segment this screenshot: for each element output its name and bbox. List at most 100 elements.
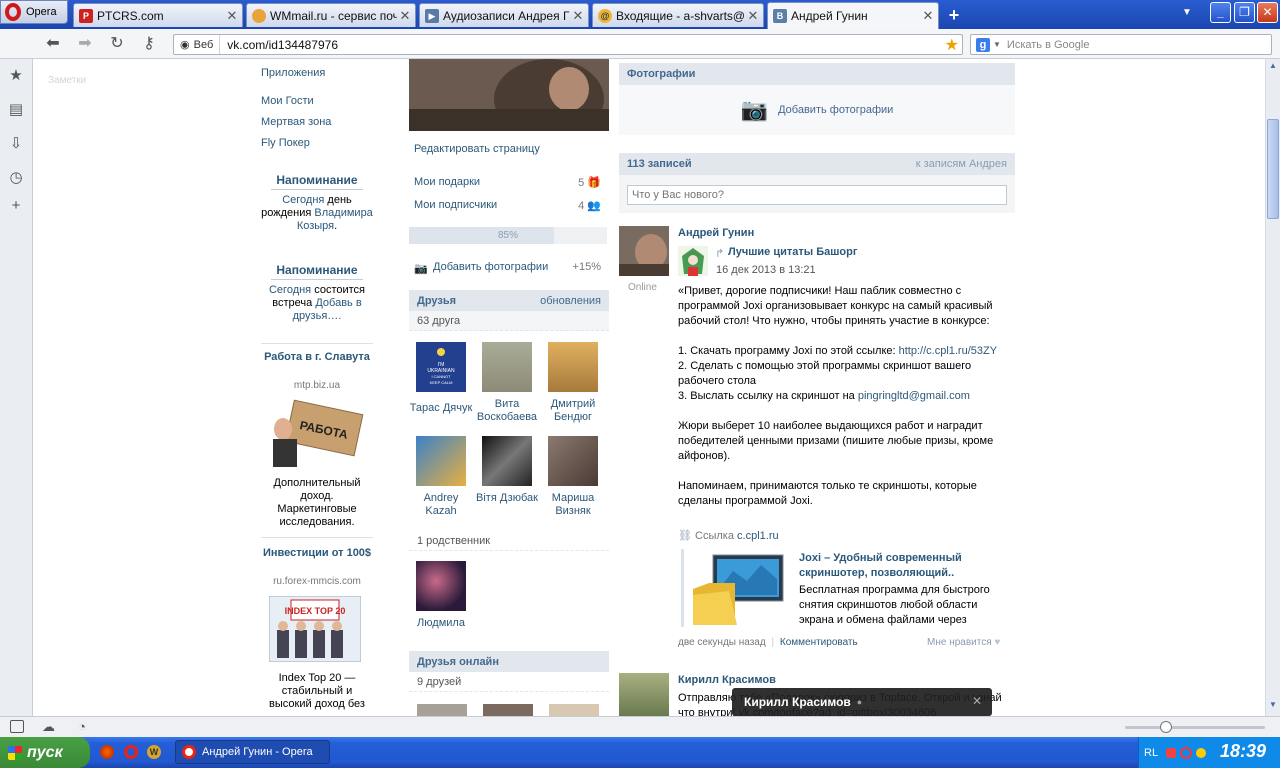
add-photos-label[interactable]: Добавить фотографии — [778, 104, 893, 116]
online-friend-photo[interactable] — [417, 704, 467, 716]
repost-source-link[interactable]: Лучшие цитаты Башорг — [728, 246, 857, 258]
maximize-icon[interactable]: ❐ — [1234, 2, 1255, 23]
scroll-down-icon[interactable]: ▼ — [1267, 700, 1279, 712]
tab-ptcrs[interactable]: P PTCRS.com ✕ — [73, 3, 243, 27]
zoom-slider-handle[interactable] — [1160, 721, 1172, 733]
friend-card[interactable]: Andrey Kazah — [409, 436, 473, 518]
tab-mail[interactable]: @ Входящие - a-shvarts@… ✕ — [592, 3, 764, 27]
back-arrow-icon[interactable]: ⬅ — [42, 34, 64, 54]
friend-name[interactable]: Andrey Kazah — [424, 492, 459, 517]
search-field[interactable]: g ▼ Искать в Google — [970, 34, 1272, 55]
attachment-title-link[interactable]: Joxi – Удобный современный скриншотер, п… — [799, 551, 999, 581]
friend-photo[interactable] — [482, 342, 532, 392]
zoom-slider-track[interactable] — [1125, 726, 1265, 729]
forward-arrow-icon[interactable]: ➡ — [74, 34, 96, 54]
friends-updates-link[interactable]: обновления — [540, 295, 601, 307]
notes-icon[interactable]: ▤ — [7, 101, 25, 119]
relative-card[interactable]: Людмила — [409, 561, 473, 630]
friend-card[interactable]: Вітя Дзюбак — [475, 436, 539, 505]
bookmark-star-icon[interactable]: ★ — [945, 35, 962, 55]
tab-vk-profile[interactable]: B Андрей Гунин ✕ — [767, 2, 939, 29]
friend-photo[interactable] — [482, 436, 532, 486]
vertical-scrollbar[interactable]: ▲ ▼ — [1265, 59, 1280, 716]
firefox-icon[interactable] — [100, 745, 114, 759]
friend-card[interactable]: Дмитрий Бендюг — [541, 342, 605, 424]
nav-dead-zone-link[interactable]: Мертвая зона — [261, 116, 331, 128]
friends-count[interactable]: 63 друга — [409, 311, 609, 331]
comment-link[interactable]: Комментировать — [780, 637, 858, 648]
ad-work-image[interactable]: РАБОТА — [269, 399, 364, 469]
close-icon[interactable]: ✕ — [570, 8, 586, 24]
post-date[interactable]: 16 дек 2013 в 13:21 — [716, 264, 816, 276]
downloads-icon[interactable]: ⇩ — [7, 135, 25, 153]
toast-name[interactable]: Кирилл Красимов — [744, 695, 851, 709]
my-subscribers-link[interactable]: Мои подписчики — [414, 199, 497, 211]
friends-online-header[interactable]: Друзья онлайн — [409, 651, 609, 672]
tray-app-icon[interactable] — [1166, 747, 1177, 758]
profile-progress-bar[interactable]: 85% — [409, 227, 607, 244]
posts-count[interactable]: 113 записей — [627, 158, 692, 170]
site-info-badge[interactable]: ◉ Веб — [174, 35, 221, 54]
panel-toggle-icon[interactable] — [10, 720, 24, 733]
add-photos-link[interactable]: Добавить фотографии — [433, 261, 548, 273]
online-friend-photo[interactable] — [549, 704, 599, 716]
speed-dial-icon[interactable]: ◔ — [78, 719, 86, 734]
key-icon[interactable]: ⚷ — [138, 34, 160, 54]
profile-photo[interactable] — [409, 59, 609, 131]
bookmarks-star-icon[interactable]: ★ — [7, 67, 25, 85]
scroll-thumb[interactable] — [1267, 119, 1279, 219]
address-field[interactable]: ◉ Веб vk.com/id134487976 ★ — [173, 34, 963, 55]
friends-header[interactable]: Друзья обновления — [409, 290, 609, 311]
like-button[interactable]: Мне нравится ♥ — [927, 637, 1000, 648]
ad-title[interactable]: Инвестиции от 100$ — [261, 547, 373, 560]
reminder-today-link[interactable]: Сегодня — [282, 194, 324, 206]
add-photos-area[interactable]: 📷 Добавить фотографии — [619, 85, 1015, 135]
new-tab-plus-icon[interactable]: + — [944, 5, 964, 25]
post-link-url[interactable]: c.cpl1.ru — [737, 530, 779, 542]
friend-name[interactable]: Мариша Визняк — [552, 492, 595, 517]
email-link[interactable]: pingringltd@gmail.com — [858, 390, 970, 402]
friends-online-count[interactable]: 9 друзей — [409, 672, 609, 692]
friend-photo[interactable]: I'M UKRAINIAN I CANNOT KEEP CALM — [416, 342, 466, 392]
relative-name[interactable]: Людмила — [417, 617, 465, 629]
my-gifts-link[interactable]: Мои подарки — [414, 176, 480, 188]
webmoney-icon[interactable]: W — [147, 745, 161, 759]
friend-name[interactable]: Тарас Дячук — [410, 402, 473, 414]
minimize-icon[interactable]: _ — [1210, 2, 1231, 23]
clock[interactable]: 18:39 — [1220, 741, 1266, 762]
reload-icon[interactable]: ↻ — [106, 34, 128, 54]
url-text[interactable]: vk.com/id134487976 — [220, 38, 944, 52]
attachment-thumbnail[interactable] — [689, 549, 789, 627]
post-author-link[interactable]: Андрей Гунин — [678, 227, 754, 239]
friend-name[interactable]: Вита Воскобаева — [477, 398, 537, 423]
post-composer-input[interactable] — [627, 185, 1007, 205]
nav-guests-link[interactable]: Мои Гости — [261, 95, 314, 107]
friend-photo[interactable] — [416, 436, 466, 486]
tab-audio[interactable]: ▶ Аудиозаписи Андрея Г… ✕ — [419, 3, 589, 27]
search-engine-chevron-icon[interactable]: ▼ — [993, 40, 1001, 49]
reminder-today-link[interactable]: Сегодня — [269, 284, 311, 296]
friend-card[interactable]: Вита Воскобаева — [475, 342, 539, 424]
close-icon[interactable]: ✕ — [397, 8, 413, 24]
taskbar-opera-window[interactable]: Андрей Гунин - Opera — [175, 740, 330, 764]
friend-photo[interactable] — [548, 342, 598, 392]
opera-quicklaunch-icon[interactable] — [124, 745, 138, 759]
window-close-icon[interactable]: ✕ — [1257, 2, 1278, 23]
posts-author-link[interactable]: к записям Андрея — [916, 158, 1007, 170]
friend-name[interactable]: Вітя Дзюбак — [476, 492, 538, 504]
tab-wmmail[interactable]: WMmail.ru - сервис поч… ✕ — [246, 3, 416, 27]
post-time[interactable]: две секунды назад — [678, 637, 766, 648]
post-author-avatar[interactable] — [619, 673, 669, 716]
close-icon[interactable]: ✕ — [745, 8, 761, 24]
ad-index-image[interactable]: INDEX TOP 20 — [269, 596, 361, 662]
nav-fly-poker-link[interactable]: Fly Покер — [261, 137, 310, 149]
photos-header[interactable]: Фотографии — [619, 63, 1015, 85]
tab-list-chevron-icon[interactable]: ▼ — [1182, 7, 1192, 18]
add-panel-plus-icon[interactable]: + — [7, 197, 25, 215]
close-icon[interactable]: ✕ — [224, 8, 240, 24]
close-icon[interactable]: ✕ — [920, 8, 936, 24]
start-button[interactable]: пуск — [0, 737, 90, 768]
friend-name[interactable]: Дмитрий Бендюг — [551, 398, 596, 423]
posts-header[interactable]: 113 записей к записям Андрея — [619, 153, 1015, 175]
cloud-icon[interactable]: ☁ — [42, 719, 55, 735]
